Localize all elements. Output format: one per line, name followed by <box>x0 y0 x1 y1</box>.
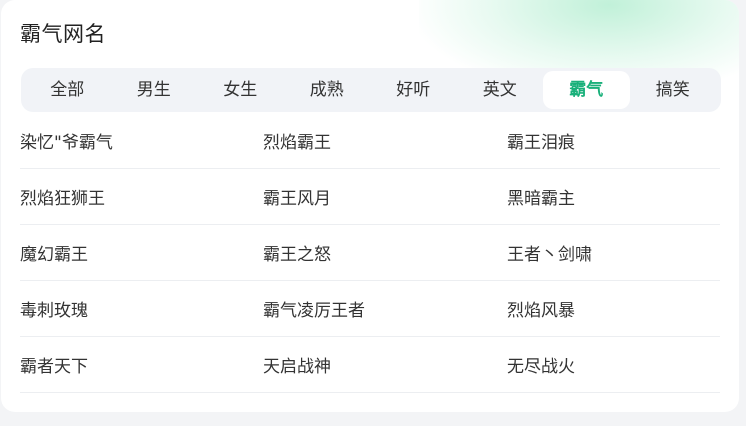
tab-domineering[interactable]: 霸气 <box>543 71 630 109</box>
name-item[interactable]: 毒刺玫瑰 <box>20 296 263 321</box>
category-tabs: 全部 男生 女生 成熟 好听 英文 霸气 搞笑 <box>21 68 721 112</box>
name-item[interactable]: 无尽战火 <box>507 352 720 377</box>
name-row: 魔幻霸王 霸王之怒 王者丶剑啸 <box>20 225 720 281</box>
name-item[interactable]: 霸气凌厉王者 <box>263 296 507 321</box>
name-item[interactable]: 魔幻霸王 <box>20 240 263 265</box>
card-title: 霸气网名 <box>20 22 106 46</box>
tab-funny[interactable]: 搞笑 <box>630 71 717 109</box>
name-item[interactable]: 王者丶剑啸 <box>507 240 720 265</box>
name-item[interactable]: 霸者天下 <box>20 352 263 377</box>
tab-female[interactable]: 女生 <box>197 71 284 109</box>
name-item[interactable]: 霸王之怒 <box>263 240 507 265</box>
tab-all[interactable]: 全部 <box>24 71 111 109</box>
tab-male[interactable]: 男生 <box>111 71 198 109</box>
name-grid: 染忆"爷霸气 烈焰霸王 霸王泪痕 烈焰狂狮王 霸王风月 黑暗霸主 魔幻霸王 霸王… <box>20 113 720 393</box>
name-row: 染忆"爷霸气 烈焰霸王 霸王泪痕 <box>20 113 720 169</box>
name-item[interactable]: 黑暗霸主 <box>507 184 720 209</box>
name-item[interactable]: 天启战神 <box>263 352 507 377</box>
nickname-card: 霸气网名 全部 男生 女生 成熟 好听 英文 霸气 搞笑 染忆"爷霸气 烈焰霸王… <box>1 0 739 412</box>
name-item[interactable]: 烈焰狂狮王 <box>20 184 263 209</box>
name-item[interactable]: 烈焰风暴 <box>507 296 720 321</box>
name-item[interactable]: 霸王泪痕 <box>507 128 720 153</box>
name-item[interactable]: 染忆"爷霸气 <box>20 128 263 153</box>
name-row: 烈焰狂狮王 霸王风月 黑暗霸主 <box>20 169 720 225</box>
name-row: 毒刺玫瑰 霸气凌厉王者 烈焰风暴 <box>20 281 720 337</box>
name-item[interactable]: 烈焰霸王 <box>263 128 507 153</box>
tab-nice[interactable]: 好听 <box>370 71 457 109</box>
name-row: 霸者天下 天启战神 无尽战火 <box>20 337 720 393</box>
name-item[interactable]: 霸王风月 <box>263 184 507 209</box>
tab-english[interactable]: 英文 <box>457 71 544 109</box>
tab-mature[interactable]: 成熟 <box>284 71 371 109</box>
